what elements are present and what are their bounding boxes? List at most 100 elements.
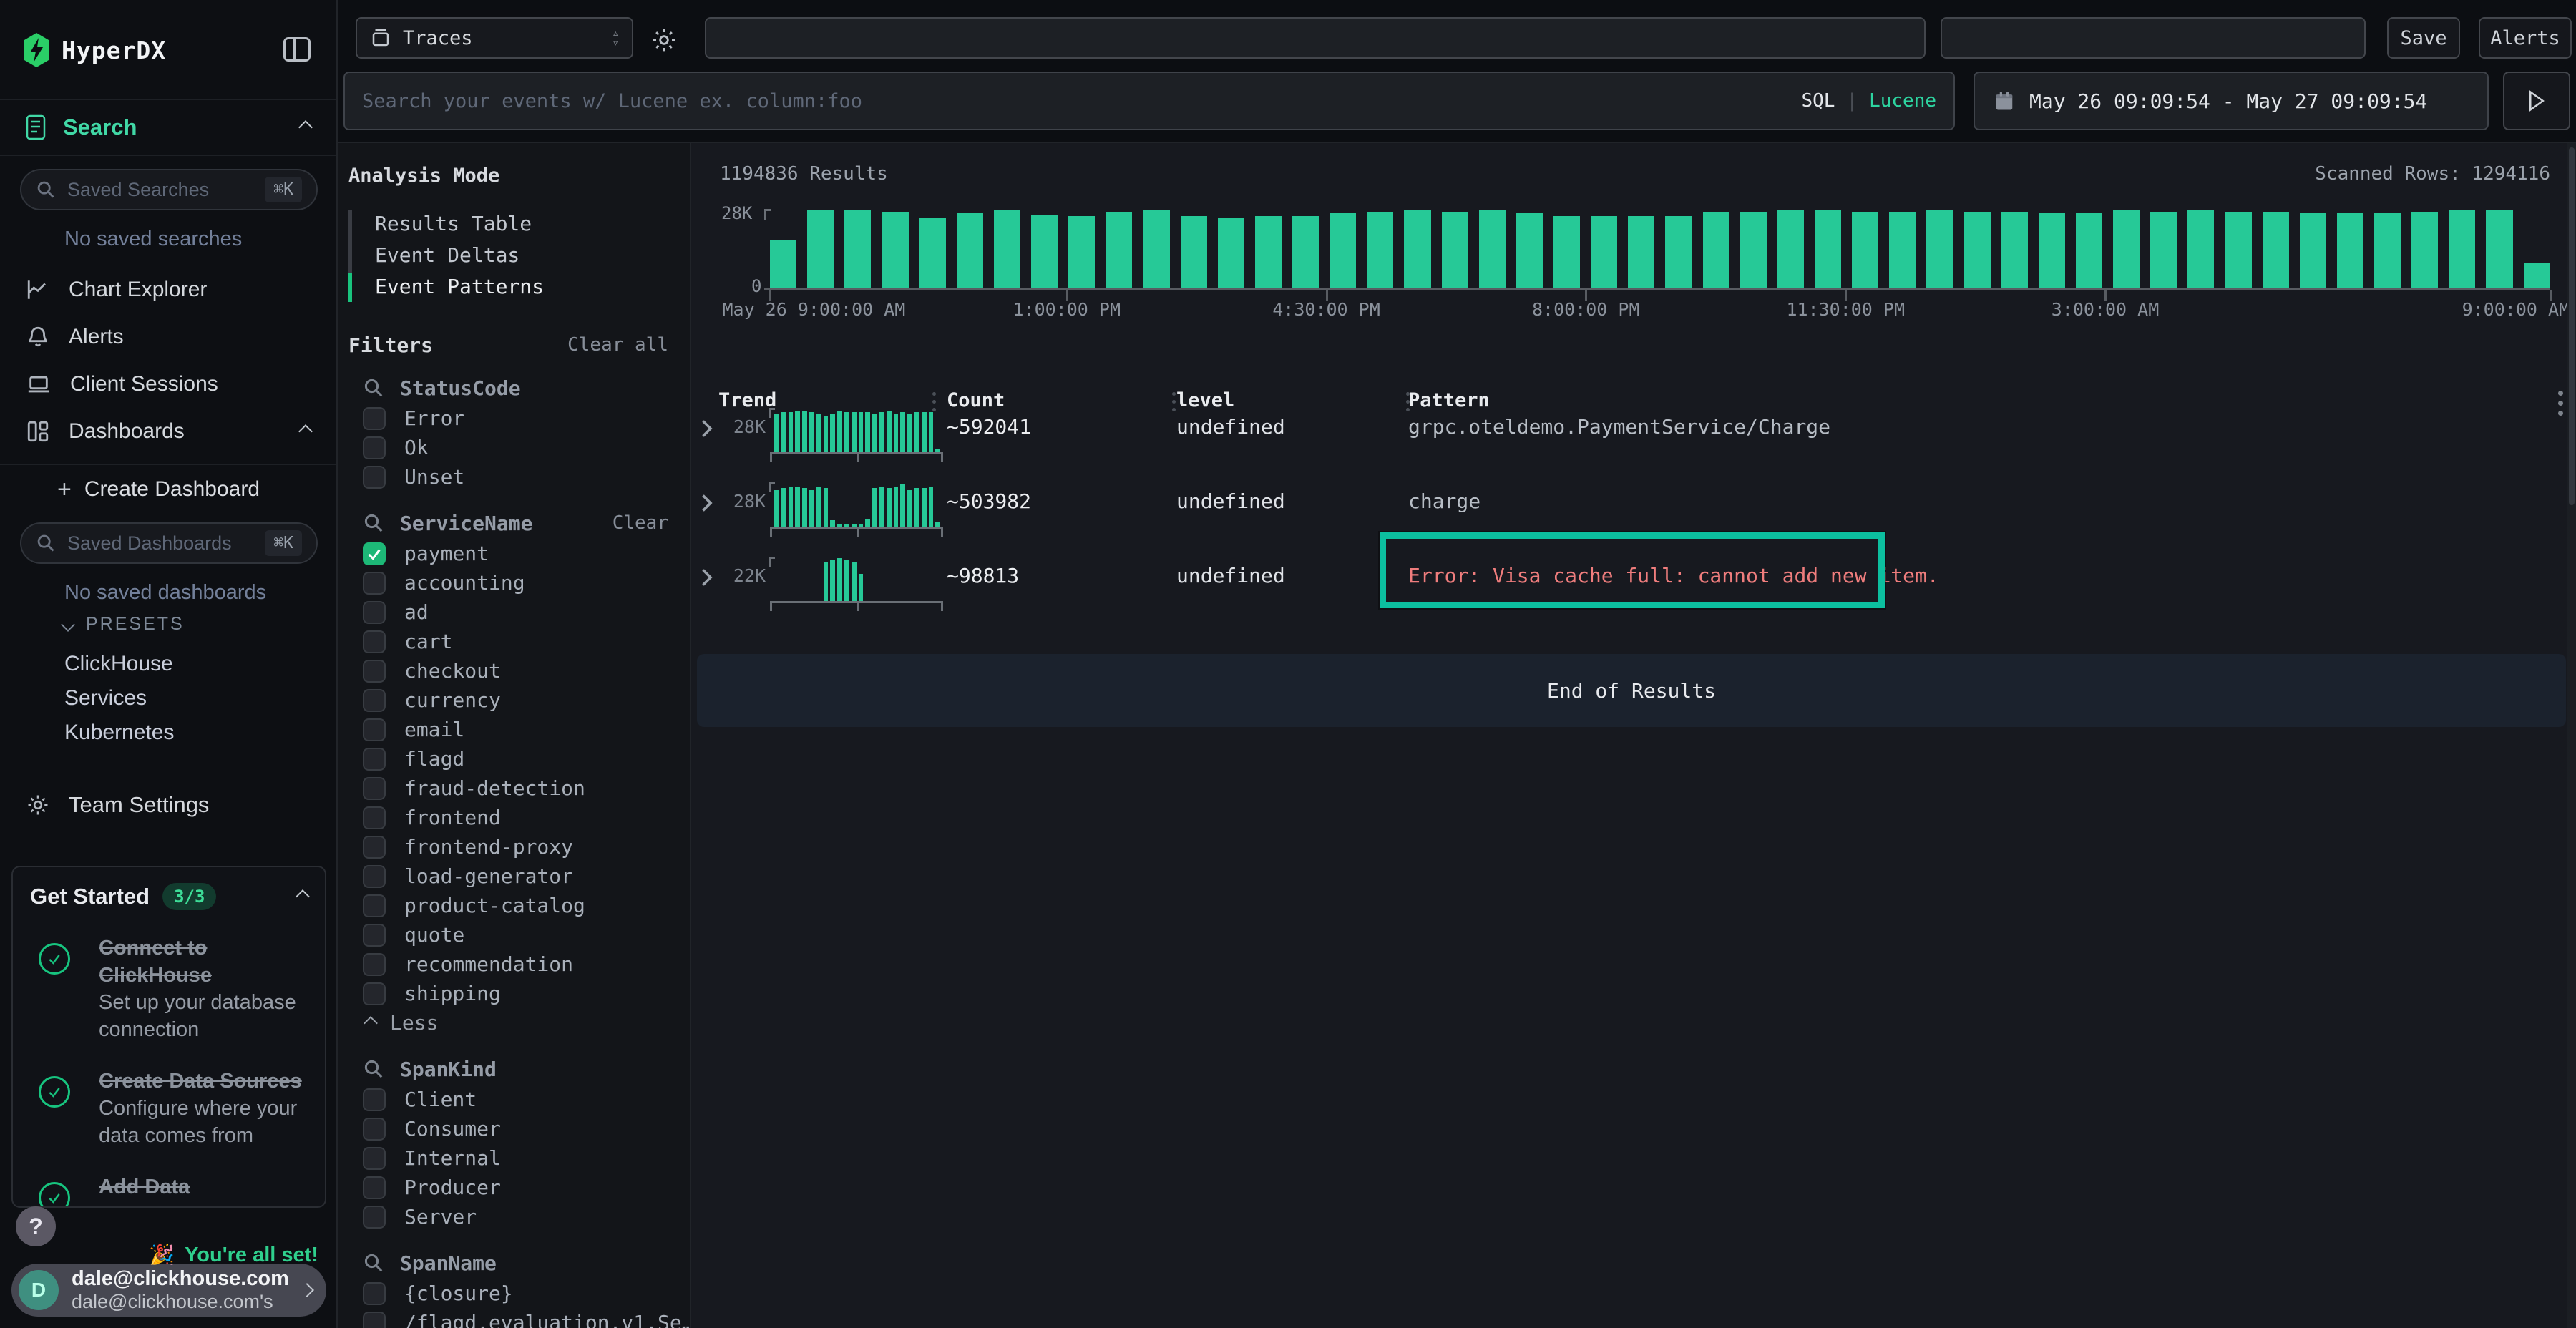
histogram-bar[interactable] xyxy=(1106,212,1132,289)
checkbox[interactable] xyxy=(363,836,386,859)
preset-item-kubernetes[interactable]: Kubernetes xyxy=(64,716,174,750)
histogram-bar[interactable] xyxy=(1628,216,1654,289)
checkbox[interactable] xyxy=(363,924,386,947)
source-settings-gear-icon[interactable] xyxy=(650,26,678,54)
filter-option[interactable]: product-catalog xyxy=(348,891,668,920)
saved-dashboards-input[interactable]: Saved Dashboards ⌘K xyxy=(20,522,318,564)
scrollbar[interactable] xyxy=(2567,143,2576,1328)
checkbox[interactable] xyxy=(363,1312,386,1328)
histogram-bar[interactable] xyxy=(2449,210,2475,289)
histogram-bar[interactable] xyxy=(1964,212,1991,289)
filter-option[interactable]: Server xyxy=(348,1202,668,1231)
histogram-bar[interactable] xyxy=(2263,212,2289,289)
histogram-bar[interactable] xyxy=(2187,210,2214,289)
results-histogram[interactable]: May 26 9:00:00 AM1:00:00 PM4:30:00 PM8:0… xyxy=(770,209,2550,289)
get-started-item[interactable]: Create Data SourcesConfigure where your … xyxy=(30,1068,308,1149)
histogram-bar[interactable] xyxy=(1591,216,1617,289)
filter-option[interactable]: Consumer xyxy=(348,1114,668,1143)
histogram-bar[interactable] xyxy=(1852,212,1878,289)
analysis-mode-event-patterns[interactable]: Event Patterns xyxy=(364,270,668,302)
histogram-bar[interactable] xyxy=(1479,210,1506,289)
presets-toggle[interactable]: PRESETS xyxy=(63,614,185,635)
language-toggle-sql[interactable]: SQL xyxy=(1801,90,1835,112)
alerts-button[interactable]: Alerts xyxy=(2479,17,2572,59)
filter-option[interactable]: /flagd.evaluation.v1.Se… xyxy=(348,1308,668,1328)
sidebar-item-team-settings[interactable]: Team Settings xyxy=(26,786,209,824)
show-less-toggle[interactable]: Less xyxy=(348,1008,668,1038)
histogram-bar[interactable] xyxy=(1777,210,1804,289)
histogram-bar[interactable] xyxy=(882,212,908,289)
filter-option[interactable]: cart xyxy=(348,627,668,656)
create-dashboard-button[interactable]: + Create Dashboard xyxy=(57,474,260,505)
checkbox[interactable] xyxy=(363,601,386,624)
search-input[interactable] xyxy=(362,90,1801,112)
histogram-bar[interactable] xyxy=(1889,212,1916,289)
sidebar-item-chart-explorer[interactable]: Chart Explorer xyxy=(0,266,336,313)
filter-option[interactable]: Error xyxy=(348,404,668,433)
histogram-bar[interactable] xyxy=(1703,212,1729,289)
histogram-bar[interactable] xyxy=(1404,210,1430,289)
save-button[interactable]: Save xyxy=(2387,17,2460,59)
histogram-bar[interactable] xyxy=(1516,213,1543,289)
scrollbar-thumb[interactable] xyxy=(2569,147,2575,505)
filter-option[interactable]: shipping xyxy=(348,979,668,1008)
get-started-item[interactable]: Add DataStart sending logs, metrics, or … xyxy=(30,1173,308,1208)
filter-option[interactable]: {closure} xyxy=(348,1279,668,1308)
histogram-bar[interactable] xyxy=(1255,216,1282,289)
run-query-button[interactable] xyxy=(2503,72,2570,130)
filter-option[interactable]: checkout xyxy=(348,656,668,685)
analysis-mode-event-deltas[interactable]: Event Deltas xyxy=(364,239,668,270)
filter-option[interactable]: accounting xyxy=(348,568,668,597)
help-button[interactable]: ? xyxy=(16,1206,56,1246)
checkbox[interactable] xyxy=(363,748,386,771)
checkbox[interactable] xyxy=(363,407,386,430)
chevron-up-icon[interactable] xyxy=(298,424,313,439)
checkbox-checked[interactable] xyxy=(363,542,386,565)
checkbox[interactable] xyxy=(363,718,386,741)
histogram-bar[interactable] xyxy=(2225,212,2251,289)
filter-option[interactable]: payment xyxy=(348,539,668,568)
sidebar-item-alerts[interactable]: Alerts xyxy=(0,313,336,361)
clear-all-button[interactable]: Clear all xyxy=(567,334,668,356)
table-row[interactable]: 28K~592041undefinedgrpc.oteldemo.Payment… xyxy=(691,406,2576,481)
histogram-bar[interactable] xyxy=(2337,213,2363,289)
filter-option[interactable]: currency xyxy=(348,685,668,715)
histogram-bar[interactable] xyxy=(1218,218,1244,289)
filter-option[interactable]: recommendation xyxy=(348,949,668,979)
checkbox[interactable] xyxy=(363,689,386,712)
checkbox[interactable] xyxy=(363,777,386,800)
histogram-bar[interactable] xyxy=(919,218,946,289)
histogram-bar[interactable] xyxy=(2001,212,2028,289)
checkbox[interactable] xyxy=(363,1206,386,1229)
clear-filter-button[interactable]: Clear xyxy=(613,512,668,534)
histogram-bar[interactable] xyxy=(1926,210,1953,289)
filter-option[interactable]: Internal xyxy=(348,1143,668,1173)
histogram-bar[interactable] xyxy=(1553,216,1580,289)
expand-chevron-icon[interactable] xyxy=(698,418,714,439)
sql-orderby-input[interactable] xyxy=(1941,17,2366,59)
filter-option[interactable]: Producer xyxy=(348,1173,668,1202)
analysis-mode-results-table[interactable]: Results Table xyxy=(364,208,668,239)
checkbox[interactable] xyxy=(363,436,386,459)
histogram-bar[interactable] xyxy=(807,210,834,289)
histogram-bar[interactable] xyxy=(1292,216,1319,289)
checkbox[interactable] xyxy=(363,894,386,917)
histogram-bar[interactable] xyxy=(1031,215,1058,289)
filter-option[interactable]: Ok xyxy=(348,433,668,462)
filter-option[interactable]: frontend xyxy=(348,803,668,832)
checkbox[interactable] xyxy=(363,1282,386,1305)
histogram-bar[interactable] xyxy=(1330,213,1356,289)
checkbox[interactable] xyxy=(363,572,386,595)
histogram-bar[interactable] xyxy=(2524,263,2550,289)
filter-option[interactable]: load-generator xyxy=(348,861,668,891)
filter-option[interactable]: frontend-proxy xyxy=(348,832,668,861)
chevron-up-icon[interactable] xyxy=(296,889,310,904)
filter-option[interactable]: flagd xyxy=(348,744,668,773)
histogram-bar[interactable] xyxy=(1143,210,1169,289)
filter-option[interactable]: Client xyxy=(348,1085,668,1114)
checkbox[interactable] xyxy=(363,1176,386,1199)
checkbox[interactable] xyxy=(363,806,386,829)
sidebar-item-dashboards[interactable]: Dashboards xyxy=(0,408,336,455)
sql-select-input[interactable] xyxy=(705,17,1926,59)
histogram-bar[interactable] xyxy=(2076,213,2102,289)
